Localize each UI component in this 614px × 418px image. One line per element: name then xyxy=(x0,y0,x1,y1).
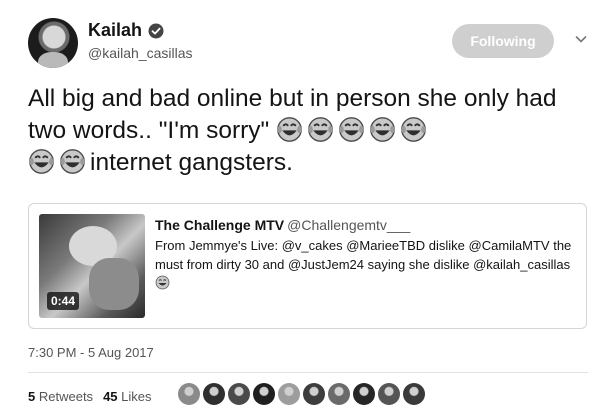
liker-avatar[interactable] xyxy=(278,383,300,405)
likes-label: Likes xyxy=(121,389,152,404)
quoted-tweet-body: The Challenge MTV @Challengemtv___ From J… xyxy=(155,216,575,293)
chevron-down-icon[interactable] xyxy=(574,32,588,46)
quoted-tweet-text: From Jemmye's Live: @v_cakes @MarieeTBD … xyxy=(155,236,575,293)
face-with-tears-of-joy-icon xyxy=(339,117,364,142)
face-with-tears-of-joy-icon xyxy=(29,149,54,174)
likes-count: 45 xyxy=(103,389,118,404)
face-with-tears-of-joy-icon xyxy=(370,117,395,142)
liker-avatar[interactable] xyxy=(303,383,325,405)
tweet-header: Kailah @kailah_casillas Following xyxy=(28,18,598,68)
face-with-tears-of-joy-icon xyxy=(308,117,333,142)
verified-badge-icon xyxy=(148,23,164,38)
tweet-text: All big and bad online but in person she… xyxy=(28,83,588,179)
author-name[interactable]: Kailah xyxy=(88,20,142,41)
retweets-stat[interactable]: 5 Retweets xyxy=(28,389,93,404)
liker-avatar[interactable] xyxy=(203,383,225,405)
quoted-author-name[interactable]: The Challenge MTV xyxy=(155,217,284,233)
face-with-tears-of-joy-icon xyxy=(401,117,426,142)
quoted-author: The Challenge MTV @Challengemtv___ xyxy=(155,216,575,234)
liker-avatar[interactable] xyxy=(353,383,375,405)
liker-avatar[interactable] xyxy=(228,383,250,405)
liker-avatars xyxy=(178,383,425,405)
video-thumbnail[interactable]: 0:44 xyxy=(39,214,145,318)
face-with-tears-of-joy-icon xyxy=(155,275,170,290)
quoted-tweet-card[interactable]: 0:44 The Challenge MTV @Challengemtv___ F… xyxy=(28,203,587,329)
tweet-timestamp[interactable]: 7:30 PM - 5 Aug 2017 xyxy=(28,345,154,360)
quoted-tweet-text-content: From Jemmye's Live: @v_cakes @MarieeTBD … xyxy=(155,238,572,272)
retweets-count: 5 xyxy=(28,389,36,404)
face-with-tears-of-joy-icon xyxy=(60,149,85,174)
author-avatar[interactable] xyxy=(28,18,78,68)
engagement-stats: 5 Retweets 45 Likes xyxy=(28,389,152,404)
tweet-text-tail: internet gangsters. xyxy=(90,149,293,176)
quoted-author-handle[interactable]: @Challengemtv___ xyxy=(287,217,410,233)
video-duration: 0:44 xyxy=(47,292,80,310)
liker-avatar[interactable] xyxy=(328,383,350,405)
liker-avatar[interactable] xyxy=(403,383,425,405)
liker-avatar[interactable] xyxy=(378,383,400,405)
face-with-tears-of-joy-icon xyxy=(277,117,302,142)
divider xyxy=(28,372,588,373)
likes-stat[interactable]: 45 Likes xyxy=(103,389,151,404)
liker-avatar[interactable] xyxy=(253,383,275,405)
retweets-label: Retweets xyxy=(38,389,94,404)
following-button[interactable]: Following xyxy=(452,24,554,58)
author-handle[interactable]: @kailah_casillas xyxy=(88,45,192,61)
author-name-row: Kailah xyxy=(88,20,164,41)
liker-avatar[interactable] xyxy=(178,383,200,405)
